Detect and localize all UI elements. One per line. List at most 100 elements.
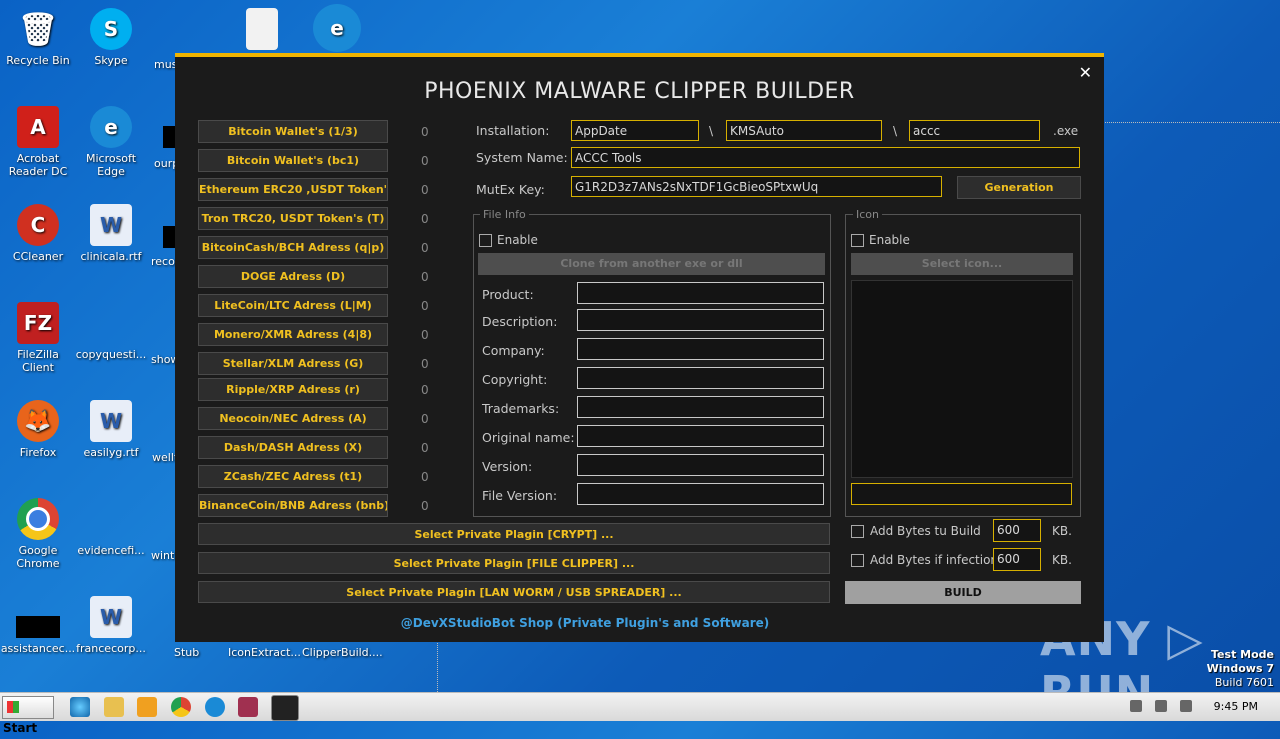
installation-path2-input[interactable]: KMSAuto (726, 120, 882, 141)
generation-button[interactable]: Generation (957, 176, 1081, 199)
description-label: Description: (482, 314, 558, 329)
desktop-icon-filezilla[interactable]: FZ FileZilla Client (0, 302, 76, 374)
file-version-input[interactable] (577, 483, 824, 505)
copyright-input[interactable] (577, 367, 824, 389)
add-bytes-build-checkbox[interactable] (851, 525, 864, 538)
desktop-icon-firefox[interactable]: 🦊 Firefox (0, 400, 76, 459)
wallet-button-xlm[interactable]: Stellar/XLM Adress (G) (198, 352, 388, 375)
installation-label: Installation: (476, 123, 550, 138)
windows-logo-icon (7, 701, 19, 713)
edge-icon[interactable] (205, 697, 225, 717)
wallet-button-xrp[interactable]: Ripple/XRP Adress (r) (198, 378, 388, 401)
desktop-label-iconextract[interactable]: IconExtract... (228, 646, 301, 659)
top-edge-icon[interactable]: e (299, 4, 375, 56)
select-plugin-lan-worm-button[interactable]: Select Private Plagin [LAN WORM / USB SP… (198, 581, 830, 603)
product-label: Product: (482, 287, 534, 302)
desktop-icon-francecorp[interactable]: W francecorp... (73, 596, 149, 655)
wallet-count: 0 (421, 383, 429, 397)
wallet-button-zec[interactable]: ZCash/ZEC Adress (t1) (198, 465, 388, 488)
add-bytes-infection-label: Add Bytes if infection (870, 553, 999, 567)
partial-icon-label: wint (151, 549, 175, 562)
icon-enable-label: Enable (869, 233, 910, 247)
path-separator: \ (709, 124, 714, 138)
desktop-icon-edge[interactable]: e Microsoft Edge (73, 106, 149, 178)
edge-icon: e (313, 4, 361, 52)
trademarks-label: Trademarks: (482, 401, 560, 416)
installation-filename-input[interactable]: accc (909, 120, 1040, 141)
version-input[interactable] (577, 454, 824, 476)
wallet-button-bch[interactable]: BitcoinCash/BCH Adress (q|p) (198, 236, 388, 259)
wallet-button-doge[interactable]: DOGE Adress (D) (198, 265, 388, 288)
company-input[interactable] (577, 338, 824, 360)
clipper-builder-taskbar-icon[interactable] (271, 695, 299, 721)
system-name-input[interactable]: ACCC Tools (571, 147, 1080, 168)
icon-group-title: Icon (853, 208, 882, 221)
network-icon[interactable] (1155, 700, 1167, 712)
blank-file-icon (90, 302, 132, 344)
clone-button[interactable]: Clone from another exe or dll (478, 253, 825, 275)
mutex-input[interactable]: G1R2D3z7ANs2sNxTDF1GcBieoSPtxwUq (571, 176, 942, 197)
product-input[interactable] (577, 282, 824, 304)
ccleaner-icon: C (17, 204, 59, 246)
wallet-button-eth[interactable]: Ethereum ERC20 ,USDT Token's (... (198, 178, 388, 201)
firefox-icon: 🦊 (17, 400, 59, 442)
desktop-label-clipperbuild[interactable]: ClipperBuild.... (302, 646, 383, 659)
partial-black-icon (163, 226, 175, 248)
desktop-icon-skype[interactable]: S Skype (73, 8, 149, 67)
desktop-label-stub[interactable]: Stub (174, 646, 199, 659)
trademarks-input[interactable] (577, 396, 824, 418)
close-icon[interactable]: ✕ (1079, 63, 1092, 82)
select-icon-button[interactable]: Select icon... (851, 253, 1073, 275)
wallet-button-bnb[interactable]: BinanceCoin/BNB Adress (bnb) (198, 494, 388, 517)
wallet-button-ltc[interactable]: LiteCoin/LTC Adress (L|M) (198, 294, 388, 317)
wallet-count: 0 (421, 470, 429, 484)
start-button[interactable]: Start (2, 696, 54, 735)
ie-icon[interactable] (70, 697, 90, 717)
wallet-button-btc-bc1[interactable]: Bitcoin Wallet's (bc1) (198, 149, 388, 172)
select-plugin-crypt-button[interactable]: Select Private Plagin [CRYPT] ... (198, 523, 830, 545)
installation-path1-input[interactable]: AppDate (571, 120, 699, 141)
desktop-icon-acrobat[interactable]: A Acrobat Reader DC (0, 106, 76, 178)
desktop-icon-easilyg[interactable]: W easilyg.rtf (73, 400, 149, 459)
add-bytes-build-label: Add Bytes tu Build (870, 524, 981, 538)
wallet-button-tron[interactable]: Tron TRC20, USDT Token's (T) (198, 207, 388, 230)
original-name-label: Original name: (482, 430, 575, 445)
description-input[interactable] (577, 309, 824, 331)
icon-path-input[interactable] (851, 483, 1072, 505)
add-bytes-infection-input[interactable]: 600 (993, 548, 1041, 571)
winrar-icon[interactable] (238, 697, 258, 717)
filezilla-icon: FZ (17, 302, 59, 344)
media-player-icon[interactable] (137, 697, 157, 717)
icon-enable-checkbox[interactable] (851, 234, 864, 247)
desktop-icon-copyquesti[interactable]: copyquesti... (73, 302, 149, 361)
wallet-button-dash[interactable]: Dash/DASH Adress (X) (198, 436, 388, 459)
wallet-count: 0 (421, 328, 429, 342)
file-info-enable-checkbox[interactable] (479, 234, 492, 247)
company-label: Company: (482, 343, 545, 358)
desktop-icon-chrome[interactable]: Google Chrome (0, 498, 76, 570)
add-bytes-build-input[interactable]: 600 (993, 519, 1041, 542)
explorer-icon[interactable] (104, 697, 124, 717)
original-name-input[interactable] (577, 425, 824, 447)
desktop-icon-ccleaner[interactable]: C CCleaner (0, 204, 76, 263)
add-bytes-infection-checkbox[interactable] (851, 554, 864, 567)
wallet-count: 0 (421, 499, 429, 513)
taskbar: Start 9:45 PM (0, 692, 1280, 735)
wallet-button-btc-1-3[interactable]: Bitcoin Wallet's (1/3) (198, 120, 388, 143)
desktop-icon-evidencefi[interactable]: evidencefi... (73, 498, 149, 557)
select-plugin-file-clipper-button[interactable]: Select Private Plagin [FILE CLIPPER] ... (198, 552, 830, 574)
top-file-icon[interactable] (224, 8, 300, 54)
build-button[interactable]: BUILD (845, 581, 1081, 604)
volume-icon[interactable] (1130, 700, 1142, 712)
desktop-icon-clinicala[interactable]: W clinicala.rtf (73, 204, 149, 263)
wallet-button-xmr[interactable]: Monero/XMR Adress (4|8) (198, 323, 388, 346)
flag-icon[interactable] (1180, 700, 1192, 712)
wallet-button-nec[interactable]: Neocoin/NEC Adress (A) (198, 407, 388, 430)
desktop-icon-recycle-bin[interactable]: 🗑 Recycle Bin (0, 8, 76, 68)
clock[interactable]: 9:45 PM (1214, 700, 1258, 713)
word-document-icon: W (90, 596, 132, 638)
footer-link[interactable]: @DevXStudioBot Shop (Private Plugin's an… (175, 616, 995, 630)
add-bytes-build-unit: KB. (1052, 524, 1072, 538)
chrome-icon[interactable] (171, 697, 191, 717)
desktop-icon-assistancec[interactable]: assistancec... (0, 596, 76, 655)
